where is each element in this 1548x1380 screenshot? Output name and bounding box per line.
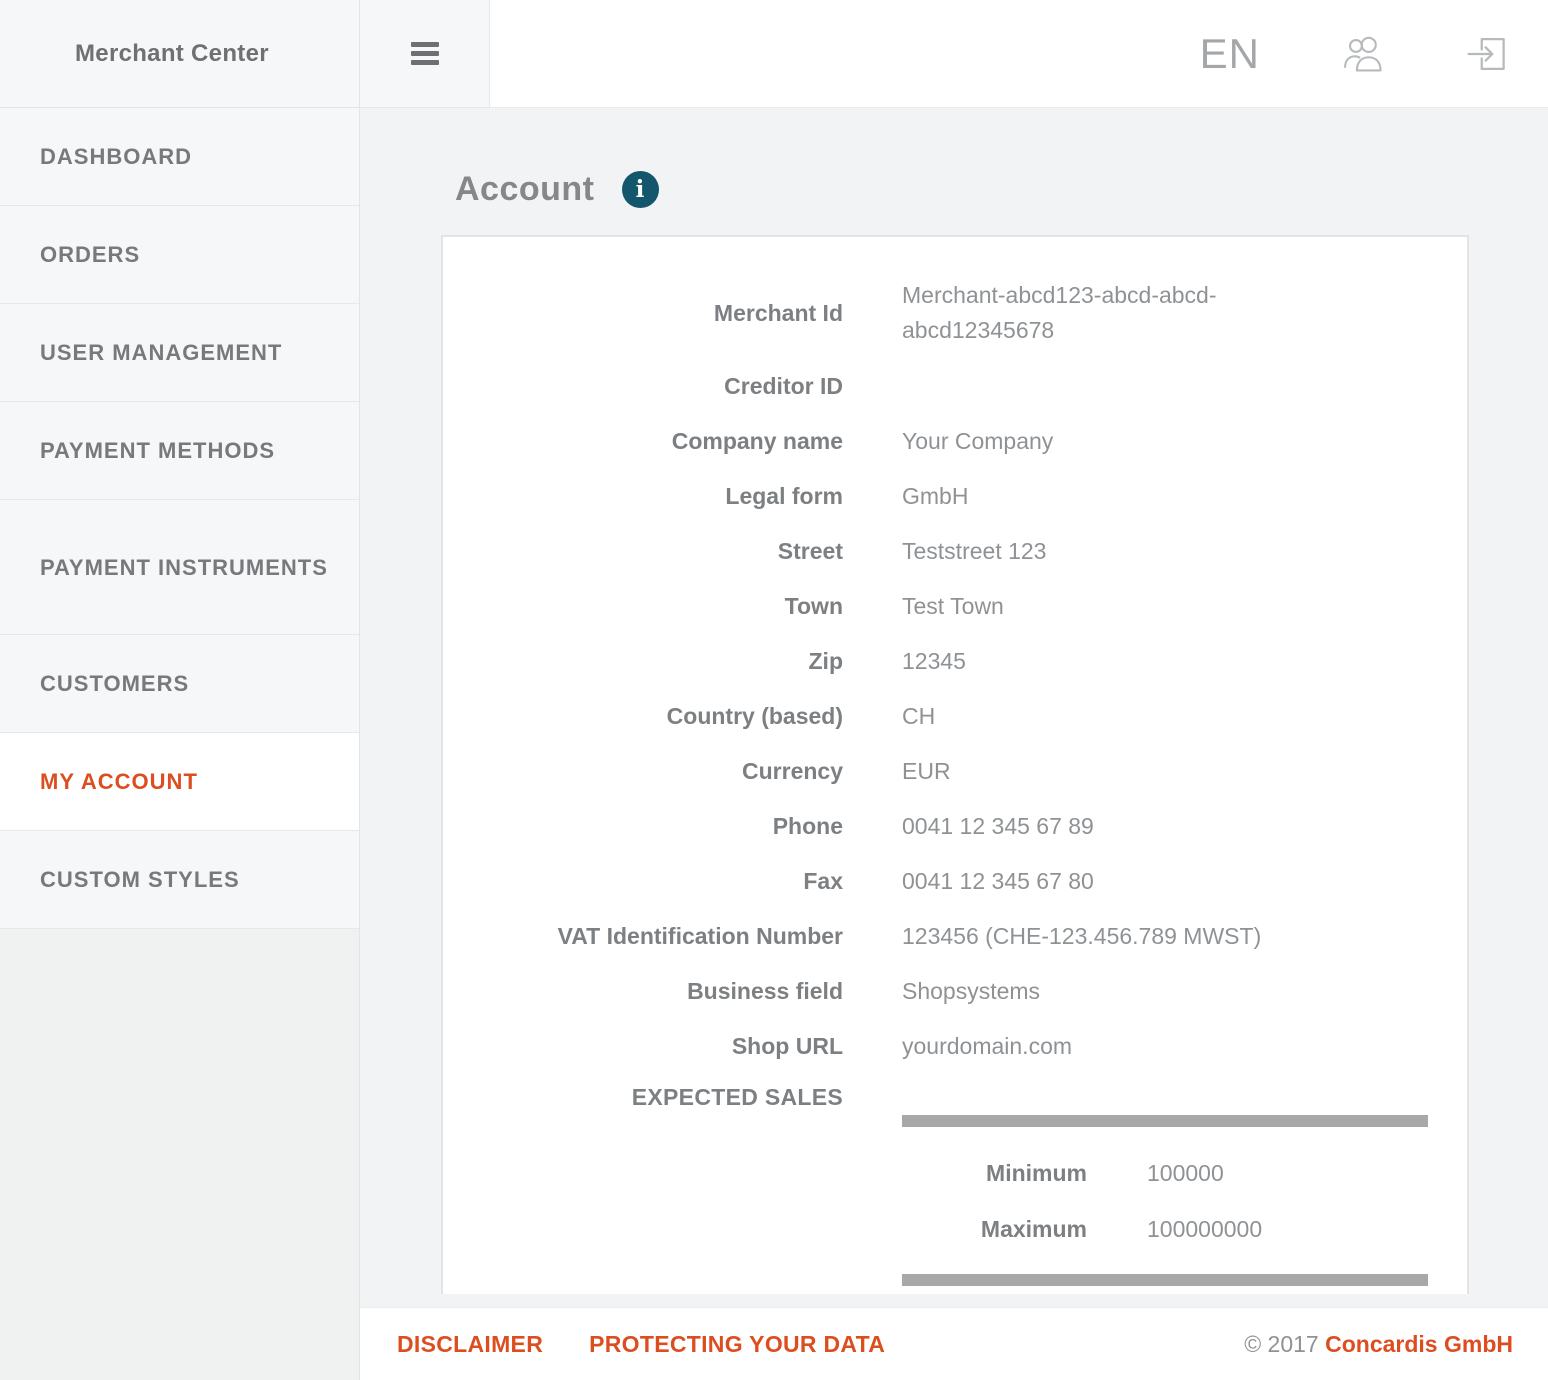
sidebar-item-orders[interactable]: ORDERS	[0, 206, 359, 304]
field-label: Legal form	[443, 483, 843, 510]
sidebar-nav: DASHBOARD ORDERS USER MANAGEMENT PAYMENT…	[0, 108, 360, 1380]
menu-toggle-cell	[360, 0, 490, 108]
maximum-label: Maximum	[902, 1216, 1087, 1243]
expected-sales-maximum-row: Maximum 100000000	[902, 1201, 1428, 1257]
field-value: yourdomain.com	[902, 1029, 1292, 1064]
footer: DISCLAIMER PROTECTING YOUR DATA © 2017 C…	[360, 1307, 1548, 1380]
field-label: Country (based)	[443, 703, 843, 730]
field-label: Shop URL	[443, 1033, 843, 1060]
field-row-street: Street Teststreet 123	[443, 524, 1429, 579]
page-title: Account	[455, 170, 595, 209]
field-row-shop-url: Shop URL yourdomain.com	[443, 1019, 1429, 1074]
field-row-creditor-id: Creditor ID	[443, 359, 1429, 414]
field-value: Test Town	[902, 589, 1292, 624]
sidebar-item-user-management[interactable]: USER MANAGEMENT	[0, 304, 359, 402]
field-row-company-name: Company name Your Company	[443, 414, 1429, 469]
expected-sales-minimum-row: Minimum 100000	[902, 1145, 1428, 1201]
sidebar-item-my-account[interactable]: MY ACCOUNT	[0, 733, 359, 831]
sidebar-item-payment-instruments[interactable]: PAYMENT INSTRUMENTS	[0, 500, 359, 635]
field-row-zip: Zip 12345	[443, 634, 1429, 689]
protecting-your-data-link[interactable]: PROTECTING YOUR DATA	[589, 1331, 885, 1358]
field-row-fax: Fax 0041 12 345 67 80	[443, 854, 1429, 909]
field-value: EUR	[902, 754, 1292, 789]
sidebar-item-payment-methods[interactable]: PAYMENT METHODS	[0, 402, 359, 500]
divider-bar	[902, 1274, 1428, 1286]
minimum-label: Minimum	[902, 1160, 1087, 1187]
app-brand: Merchant Center	[0, 0, 360, 108]
expected-sales-body: Minimum 100000 Maximum 100000000	[902, 1074, 1428, 1286]
field-label: Creditor ID	[443, 373, 843, 400]
hamburger-menu-icon[interactable]	[411, 42, 439, 65]
expected-sales-label: EXPECTED SALES	[443, 1074, 843, 1111]
field-label: Zip	[443, 648, 843, 675]
field-row-business-field: Business field Shopsystems	[443, 964, 1429, 1019]
field-label: VAT Identification Number	[443, 923, 843, 950]
field-value: 123456 (CHE-123.456.789 MWST)	[902, 919, 1292, 954]
account-details-card: Merchant Id Merchant-abcd123-abcd-abcd-a…	[441, 235, 1469, 1294]
field-value: CH	[902, 699, 1292, 734]
field-value: 0041 12 345 67 80	[902, 864, 1292, 899]
language-selector[interactable]: EN	[1200, 30, 1260, 78]
info-icon[interactable]: i	[622, 171, 659, 208]
field-label: Merchant Id	[443, 300, 843, 327]
minimum-value: 100000	[1147, 1160, 1428, 1187]
maximum-value: 100000000	[1147, 1216, 1428, 1243]
field-value: Your Company	[902, 424, 1292, 459]
field-row-merchant-id: Merchant Id Merchant-abcd123-abcd-abcd-a…	[443, 267, 1429, 359]
field-row-vat-number: VAT Identification Number 123456 (CHE-12…	[443, 909, 1429, 964]
field-value: 0041 12 345 67 89	[902, 809, 1292, 844]
field-row-country: Country (based) CH	[443, 689, 1429, 744]
company-link[interactable]: Concardis GmbH	[1325, 1331, 1513, 1357]
field-label: Phone	[443, 813, 843, 840]
header-bar: EN	[490, 0, 1548, 108]
field-row-phone: Phone 0041 12 345 67 89	[443, 799, 1429, 854]
field-value: 12345	[902, 644, 1292, 679]
copyright-year: © 2017	[1244, 1331, 1319, 1357]
expected-sales-section: EXPECTED SALES Minimum 100000 Maximum 10…	[443, 1074, 1429, 1286]
main-content: Account i Merchant Id Merchant-abcd123-a…	[360, 108, 1548, 1307]
logout-icon[interactable]	[1466, 33, 1508, 75]
field-label: Fax	[443, 868, 843, 895]
expected-sales-grid: Minimum 100000 Maximum 100000000	[902, 1145, 1428, 1257]
app-title: Merchant Center	[75, 40, 269, 68]
merchant-center-app: Merchant Center EN DASHBOARD ORDERS	[0, 0, 1548, 1380]
field-label: Company name	[443, 428, 843, 455]
field-row-legal-form: Legal form GmbH	[443, 469, 1429, 524]
copyright-text: © 2017 Concardis GmbH	[1244, 1331, 1513, 1358]
field-row-currency: Currency EUR	[443, 744, 1429, 799]
sidebar-item-customers[interactable]: CUSTOMERS	[0, 635, 359, 733]
field-value: Merchant-abcd123-abcd-abcd-abcd12345678	[902, 278, 1292, 348]
disclaimer-link[interactable]: DISCLAIMER	[397, 1331, 543, 1358]
sidebar-item-dashboard[interactable]: DASHBOARD	[0, 108, 359, 206]
field-label: Business field	[443, 978, 843, 1005]
divider-bar	[902, 1115, 1428, 1127]
field-row-town: Town Test Town	[443, 579, 1429, 634]
users-icon[interactable]	[1340, 33, 1386, 75]
field-label: Currency	[443, 758, 843, 785]
field-label: Street	[443, 538, 843, 565]
field-value: GmbH	[902, 479, 1292, 514]
page-heading: Account i	[455, 170, 1548, 209]
field-label: Town	[443, 593, 843, 620]
sidebar-item-custom-styles[interactable]: CUSTOM STYLES	[0, 831, 359, 929]
field-value: Teststreet 123	[902, 534, 1292, 569]
field-value: Shopsystems	[902, 974, 1292, 1009]
